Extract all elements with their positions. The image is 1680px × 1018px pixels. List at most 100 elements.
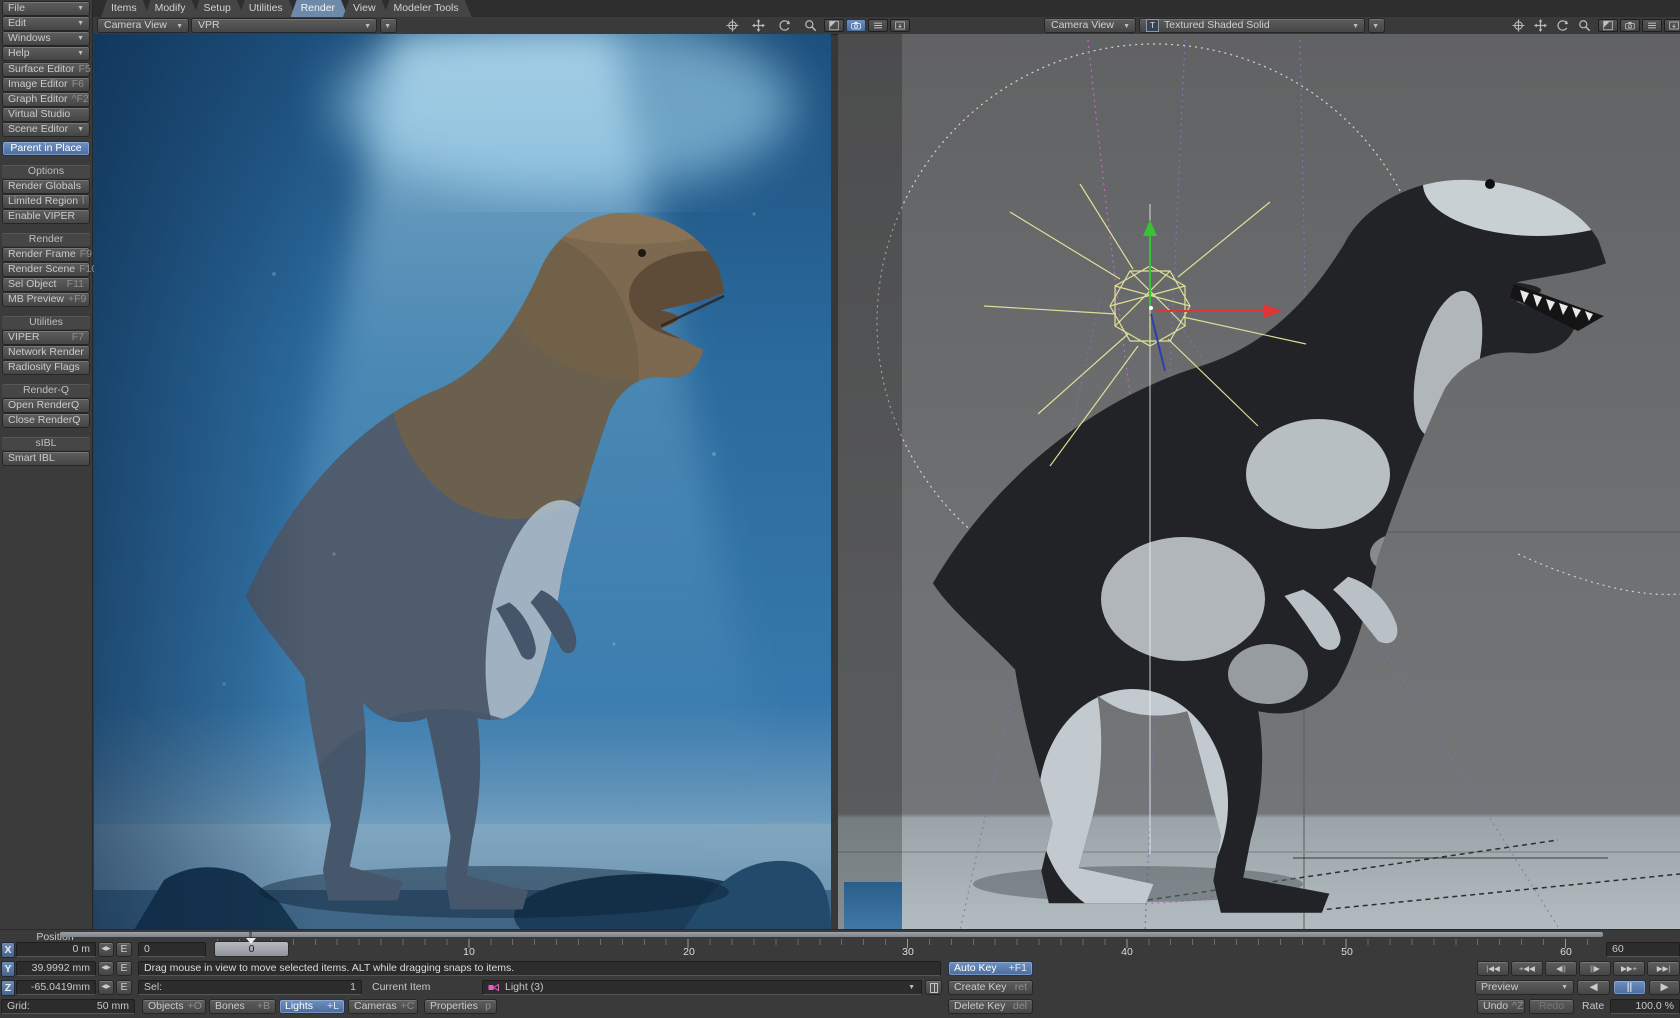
viewport-list-icon[interactable]: [1642, 19, 1662, 32]
open-renderq-button[interactable]: Open RenderQ: [2, 398, 90, 413]
x-stepper[interactable]: ◀▶: [98, 942, 114, 957]
play-reverse-button[interactable]: ◀: [1577, 980, 1610, 995]
play-forward-button[interactable]: ▶: [1649, 980, 1680, 995]
tab-utilities[interactable]: Utilities: [239, 0, 296, 17]
limited-region-button[interactable]: Limited Regionl: [2, 194, 90, 209]
render-scene-button[interactable]: Render SceneF10: [2, 262, 90, 277]
properties-button[interactable]: Propertiesp: [424, 999, 497, 1014]
next-keyframe-button[interactable]: ▶▶+: [1613, 961, 1645, 976]
z-envelope-button[interactable]: E: [116, 980, 132, 995]
tab-modify[interactable]: Modify: [145, 0, 199, 17]
delete-key-button[interactable]: Delete Keydel: [948, 999, 1033, 1014]
redo-button[interactable]: Redo: [1529, 999, 1574, 1014]
tab-modeler-tools[interactable]: Modeler Tools: [383, 0, 471, 17]
chevron-down-icon: ▼: [364, 20, 371, 33]
section-title-render: Render: [2, 233, 90, 246]
right-viewport-menu-button[interactable]: ▼: [1368, 18, 1385, 33]
position-y-field[interactable]: 39.9992 mm: [16, 961, 96, 976]
pan-view-icon[interactable]: [1530, 19, 1550, 32]
left-viewport-vpr-render[interactable]: [94, 34, 831, 930]
viewport-frame-icon[interactable]: [1664, 19, 1680, 32]
edit-bones-button[interactable]: Bones+B: [209, 999, 276, 1014]
step-forward-button[interactable]: ||▶: [1579, 961, 1611, 976]
viewport-maximize-icon[interactable]: [824, 19, 844, 32]
viewport-snapshot-camera-icon[interactable]: [1620, 19, 1640, 32]
timeline-tick-label: 40: [1107, 946, 1147, 958]
render-frame-button[interactable]: Render FrameF9: [2, 247, 90, 262]
timeline-scrub-strip[interactable]: [60, 932, 1603, 937]
preview-dropdown[interactable]: Preview▼: [1475, 980, 1574, 995]
parent-in-place-button[interactable]: Parent in Place: [2, 141, 90, 156]
move-view-icon[interactable]: [1508, 19, 1528, 32]
item-list-toggle-button[interactable]: [925, 980, 942, 995]
right-render-mode-dropdown[interactable]: T Textured Shaded Solid▼: [1139, 18, 1365, 33]
move-view-icon[interactable]: [722, 19, 742, 32]
tab-view[interactable]: View: [343, 0, 389, 17]
right-viewport-shaded-view[interactable]: [838, 34, 1680, 930]
sel-object-button[interactable]: Sel ObjectF11: [2, 277, 90, 292]
bottom-panel: Position X 0 m ◀▶ E 0 0 10 20 30 40 50 6…: [0, 929, 1680, 1018]
viewport-frame-icon[interactable]: [890, 19, 910, 32]
left-viewport-menu-button[interactable]: ▼: [380, 18, 397, 33]
chevron-down-icon: ▼: [1372, 20, 1379, 33]
x-envelope-button[interactable]: E: [116, 942, 132, 957]
edit-objects-button[interactable]: Objects+O: [142, 999, 206, 1014]
prev-keyframe-button[interactable]: +◀◀: [1511, 961, 1543, 976]
current-item-label: Current Item: [372, 980, 430, 995]
go-to-start-button[interactable]: |◀◀: [1477, 961, 1509, 976]
viewport-snapshot-camera-icon[interactable]: [846, 19, 866, 32]
menu-edit[interactable]: Edit▼: [2, 16, 90, 31]
virtual-studio-button[interactable]: Virtual Studio: [2, 107, 90, 122]
menu-file[interactable]: File▼: [2, 1, 90, 16]
surface-editor-button[interactable]: Surface EditorF5: [2, 62, 90, 77]
close-renderq-button[interactable]: Close RenderQ: [2, 413, 90, 428]
tab-setup[interactable]: Setup: [193, 0, 243, 17]
right-view-type-dropdown[interactable]: Camera View▼: [1044, 18, 1136, 33]
left-view-type-dropdown[interactable]: Camera View▼: [97, 18, 189, 33]
step-back-button[interactable]: ◀||: [1545, 961, 1577, 976]
rate-field[interactable]: 100.0 %: [1610, 999, 1680, 1014]
rotate-view-icon[interactable]: [1552, 19, 1572, 32]
menu-help[interactable]: Help▼: [2, 46, 90, 61]
mb-preview-button[interactable]: MB Preview+F9: [2, 292, 90, 307]
image-editor-button[interactable]: Image EditorF6: [2, 77, 90, 92]
edit-cameras-button[interactable]: Cameras+C: [348, 999, 418, 1014]
network-render-button[interactable]: Network Render: [2, 345, 90, 360]
position-z-field[interactable]: -65.0419mm: [16, 980, 96, 995]
edit-lights-button[interactable]: Lights+L: [279, 999, 345, 1014]
zoom-view-icon[interactable]: [800, 19, 820, 32]
y-envelope-button[interactable]: E: [116, 961, 132, 976]
end-frame-field[interactable]: 60: [1606, 942, 1680, 957]
auto-key-button[interactable]: Auto Key+F1: [948, 961, 1033, 976]
tab-render[interactable]: Render: [291, 0, 348, 17]
go-to-end-button[interactable]: ▶▶|: [1647, 961, 1680, 976]
selection-count-field: Sel:1: [138, 980, 362, 995]
radiosity-flags-button[interactable]: Radiosity Flags: [2, 360, 90, 375]
position-x-field[interactable]: 0 m: [16, 942, 96, 957]
y-stepper[interactable]: ◀▶: [98, 961, 114, 976]
viewport-list-icon[interactable]: [868, 19, 888, 32]
viper-button[interactable]: VIPERF7: [2, 330, 90, 345]
undo-button[interactable]: Undo^Z: [1477, 999, 1525, 1014]
render-globals-button[interactable]: Render Globals: [2, 179, 90, 194]
left-render-mode-dropdown[interactable]: VPR▼: [191, 18, 377, 33]
first-frame-field[interactable]: 0: [138, 942, 206, 957]
axis-y-badge[interactable]: Y: [1, 961, 15, 977]
enable-viper-button[interactable]: Enable VIPER: [2, 209, 90, 224]
tab-items[interactable]: Items: [101, 0, 150, 17]
rotate-view-icon[interactable]: [774, 19, 794, 32]
z-stepper[interactable]: ◀▶: [98, 980, 114, 995]
scene-editor-button[interactable]: Scene Editor▼: [2, 122, 90, 137]
zoom-view-icon[interactable]: [1574, 19, 1594, 32]
axis-z-badge[interactable]: Z: [1, 980, 15, 996]
viewport-maximize-icon[interactable]: [1598, 19, 1618, 32]
graph-editor-button[interactable]: Graph Editor^F2: [2, 92, 90, 107]
axis-x-badge[interactable]: X: [1, 942, 15, 958]
smart-ibl-button[interactable]: Smart IBL: [2, 451, 90, 466]
current-item-dropdown[interactable]: Light (3) ▼: [482, 980, 922, 995]
create-key-button[interactable]: Create Keyret: [948, 980, 1033, 995]
menu-windows[interactable]: Windows▼: [2, 31, 90, 46]
timeline-tick-label: 20: [669, 946, 709, 958]
pause-button[interactable]: ||: [1613, 980, 1646, 995]
pan-view-icon[interactable]: [748, 19, 768, 32]
